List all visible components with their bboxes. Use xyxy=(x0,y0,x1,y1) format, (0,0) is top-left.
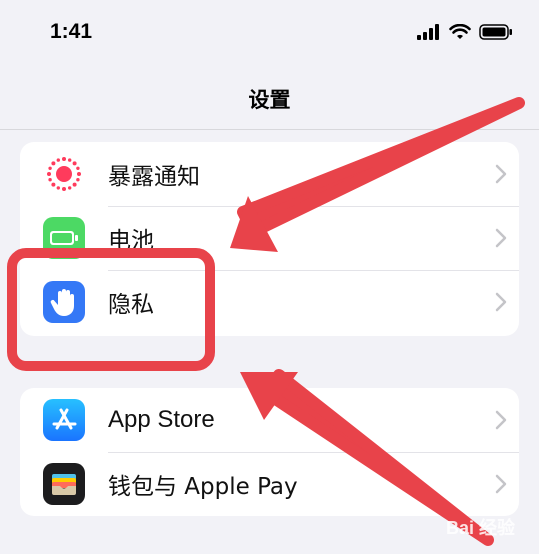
row-label-app-store: App Store xyxy=(108,406,215,433)
cellular-signal-icon xyxy=(417,24,439,40)
settings-row-app-store[interactable]: App Store xyxy=(20,388,519,452)
settings-row-exposure-notifications[interactable]: 暴露通知 xyxy=(20,142,519,206)
chevron-right-icon xyxy=(495,474,507,494)
navigation-bar: 设置 xyxy=(0,68,539,130)
settings-row-wallet-apple-pay[interactable]: 钱包与 Apple Pay xyxy=(20,452,519,516)
wifi-icon xyxy=(449,24,471,39)
chevron-right-icon xyxy=(495,292,507,312)
row-label-exposure: 暴露通知 xyxy=(108,164,200,190)
status-time: 1:41 xyxy=(50,20,93,43)
app-store-icon xyxy=(43,399,85,441)
settings-group-2: App Store 钱包与 Apple Pay xyxy=(20,388,519,516)
privacy-hand-icon xyxy=(43,281,85,323)
status-icons xyxy=(417,24,513,40)
chevron-right-icon xyxy=(495,228,507,248)
nav-divider xyxy=(0,129,539,130)
settings-group-1: 暴露通知 电池 隐私 xyxy=(20,142,519,336)
settings-row-privacy[interactable]: 隐私 xyxy=(20,270,519,334)
battery-status-icon xyxy=(479,24,512,40)
wallet-icon xyxy=(43,463,85,505)
watermark: Bai 经验 xyxy=(445,518,515,538)
row-label-battery: 电池 xyxy=(108,228,154,254)
battery-icon xyxy=(43,217,85,259)
settings-row-battery[interactable]: 电池 xyxy=(20,206,519,270)
row-label-wallet: 钱包与 Apple Pay xyxy=(108,474,298,500)
page-title: 设置 xyxy=(248,88,291,112)
status-bar: 1:41 xyxy=(0,0,539,68)
exposure-notification-icon xyxy=(43,153,85,195)
chevron-right-icon xyxy=(495,164,507,184)
row-label-privacy: 隐私 xyxy=(108,292,154,318)
chevron-right-icon xyxy=(495,410,507,430)
